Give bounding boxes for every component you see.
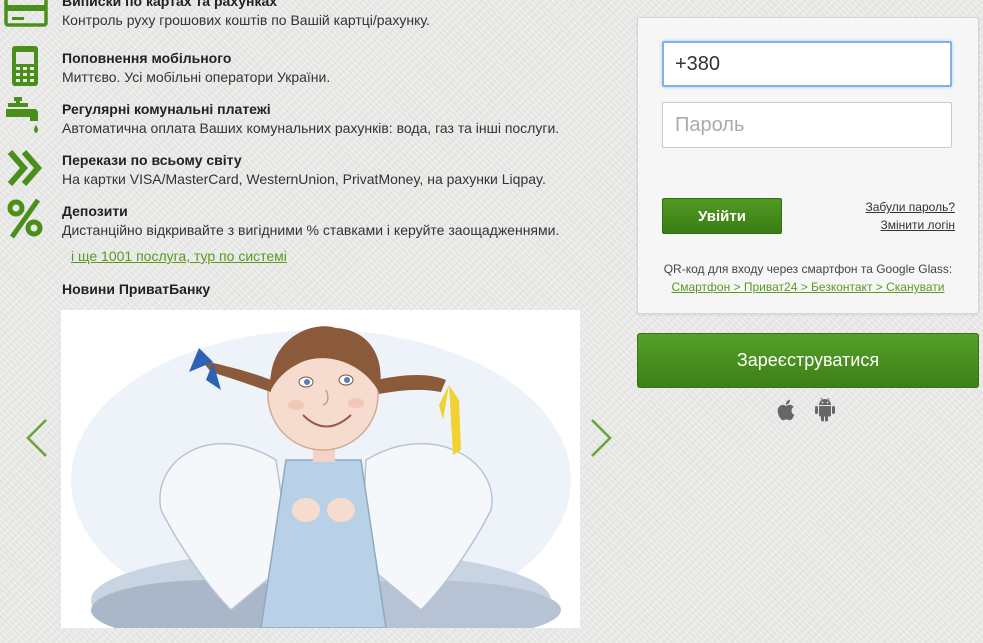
news-section-title: Новини ПриватБанку xyxy=(62,281,211,297)
slider-prev-arrow-icon[interactable] xyxy=(24,418,50,458)
apple-icon[interactable] xyxy=(775,397,799,423)
service-title: Перекази по всьому світу xyxy=(62,152,242,168)
service-description: Миттєво. Усі мобільні оператори України. xyxy=(62,69,331,85)
android-icon[interactable] xyxy=(813,397,837,423)
qr-instructions: Смартфон > Приват24 > Безконтакт > Скану… xyxy=(638,280,978,294)
service-description: Дистанційно відкривайте з вигідними % ст… xyxy=(62,222,560,238)
card-icon xyxy=(4,0,48,27)
forgot-password-link[interactable]: Забули пароль? xyxy=(866,200,956,214)
service-title: Регулярні комунальні платежі xyxy=(62,101,271,117)
login-panel: Увійти Забули пароль? Змінити логін QR-к… xyxy=(637,17,979,314)
mobile-phone-icon xyxy=(12,46,38,86)
service-item-mobile-topup[interactable]: Поповнення мобільного Миттєво. Усі мобіл… xyxy=(0,46,600,96)
service-item-transfers[interactable]: Перекази по всьому світу На картки VISA/… xyxy=(0,150,600,198)
login-button[interactable]: Увійти xyxy=(662,198,782,234)
service-description: Контроль руху грошових коштів по Вашій к… xyxy=(62,12,430,28)
change-login-link[interactable]: Змінити логін xyxy=(880,218,955,232)
service-title: Виписки по картах та рахунках xyxy=(62,0,278,9)
service-title: Поповнення мобільного xyxy=(62,50,232,66)
angel-girl-illustration xyxy=(71,326,571,628)
news-slide-image[interactable] xyxy=(61,310,580,628)
register-button[interactable]: Зареєструватися xyxy=(637,333,979,388)
service-description: На картки VISA/MasterCard, WesternUnion,… xyxy=(62,171,546,187)
water-tap-icon xyxy=(6,97,38,133)
service-item-deposits[interactable]: Депозити Дистанційно відкривайте з вигід… xyxy=(0,198,600,249)
service-title: Депозити xyxy=(62,203,128,219)
slider-next-arrow-icon[interactable] xyxy=(588,418,614,458)
phone-input[interactable] xyxy=(662,41,952,87)
service-item-statements[interactable]: Виписки по картах та рахунках Контроль р… xyxy=(0,0,600,39)
more-services-link[interactable]: і ще 1001 послуга, тур по системі xyxy=(71,248,287,264)
news-slider xyxy=(0,310,620,630)
password-input[interactable] xyxy=(662,102,952,148)
service-item-utility-payments[interactable]: Регулярні комунальні платежі Автоматична… xyxy=(0,97,600,147)
service-description: Автоматична оплата Ваших комунальних рах… xyxy=(62,120,560,136)
percent-icon xyxy=(7,198,43,239)
qr-instructions-link[interactable]: Смартфон > Приват24 > Безконтакт > Скану… xyxy=(672,280,945,294)
qr-info-text: QR-код для входу через смартфон та Googl… xyxy=(663,262,953,276)
double-chevron-icon xyxy=(7,150,42,186)
